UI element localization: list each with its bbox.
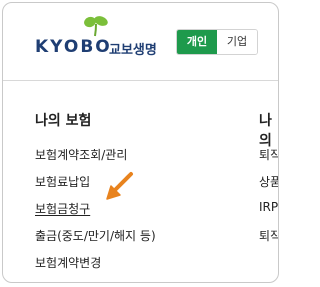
site-header: KYOBO 교보생명 개인 기업 bbox=[3, 3, 278, 80]
menu-item-second-1[interactable]: 퇴직 bbox=[259, 146, 278, 163]
menu-item-second-4[interactable]: 퇴직 bbox=[259, 227, 278, 244]
menu-item-withdrawal[interactable]: 출금(중도/만기/해지 등) bbox=[35, 227, 156, 244]
menu-item-second-3[interactable]: IRP bbox=[259, 200, 278, 214]
brand-name-kr: 교보생명 bbox=[109, 43, 157, 58]
customer-type-toggle: 개인 기업 bbox=[176, 29, 258, 55]
brand-name-en: KYOBO bbox=[35, 37, 112, 57]
screenshot-frame: KYOBO 교보생명 개인 기업 나의 보험 나의 보험계약조회/관리 보험료납… bbox=[2, 2, 279, 283]
pointer-arrow-icon bbox=[106, 172, 133, 200]
menu-title-my-insurance: 나의 보험 bbox=[35, 113, 92, 129]
toggle-corporate[interactable]: 기업 bbox=[217, 30, 257, 54]
menu-title-second: 나의 bbox=[259, 113, 272, 149]
sprout-icon bbox=[84, 16, 108, 37]
menu-item-contract-inquiry[interactable]: 보험계약조회/관리 bbox=[35, 146, 127, 163]
kyobo-logo[interactable]: KYOBO 교보생명 bbox=[35, 15, 170, 65]
toggle-personal[interactable]: 개인 bbox=[177, 30, 217, 54]
menu-item-contract-change[interactable]: 보험계약변경 bbox=[35, 254, 101, 271]
menu-item-claim[interactable]: 보험금청구 bbox=[35, 200, 90, 217]
menu-item-premium-payment[interactable]: 보험료납입 bbox=[35, 173, 90, 190]
menu-item-second-2[interactable]: 상품 bbox=[259, 173, 278, 190]
header-divider bbox=[3, 80, 278, 81]
